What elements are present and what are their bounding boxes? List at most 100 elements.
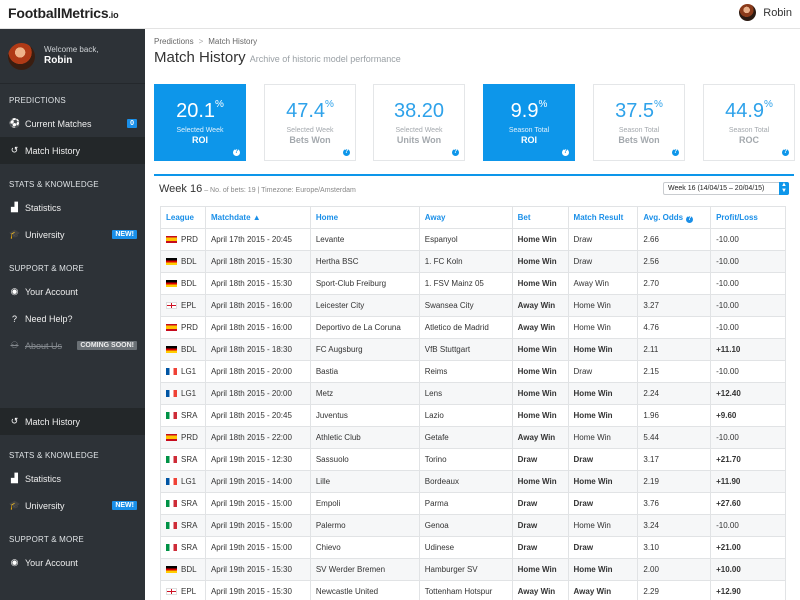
main-content: Predictions > Match History Match History A… — [145, 29, 800, 600]
sidebar-item-statistics[interactable]: ▟ Statistics — [0, 194, 145, 221]
cell-league: EPL — [160, 294, 206, 317]
brand-logo[interactable]: FootballMetrics.io — [8, 5, 119, 21]
stat-card: 20.1% Selected Week ROI? — [154, 84, 246, 161]
cell-odds: 3.27 — [637, 294, 712, 317]
sidebar-item-label: University — [25, 500, 65, 511]
cell-bet: Away Win — [511, 580, 569, 600]
stat-card: 37.5% Season Total Bets Won? — [593, 84, 685, 161]
cell-odds: 2.00 — [637, 558, 712, 581]
column-header[interactable]: Profit/Loss — [710, 206, 786, 229]
table-row[interactable]: LG1 April 18th 2015 - 20:00 Bastia Reims Hom… — [160, 360, 786, 383]
column-header[interactable]: Bet — [511, 206, 569, 229]
flag-it-icon — [166, 412, 177, 419]
help-icon[interactable]: ? — [452, 149, 459, 156]
cell-bet: Home Win — [511, 228, 569, 251]
flag-it-icon — [166, 456, 177, 463]
top-bar: FootballMetrics.io Robin — [0, 0, 800, 29]
cell-date: April 18th 2015 - 15:30 — [204, 272, 311, 295]
cell-pl: -10.00 — [710, 426, 786, 449]
cell-pl: +12.40 — [710, 382, 786, 405]
table-row[interactable]: LG1 April 18th 2015 - 20:00 Metz Lens Home W… — [160, 382, 786, 405]
table-row[interactable]: SRA April 18th 2015 - 20:45 Juventus Lazio H… — [160, 404, 786, 427]
help-icon[interactable]: ? — [672, 149, 679, 156]
table-row[interactable]: LG1 April 19th 2015 - 14:00 Lille Bordeaux H… — [160, 470, 786, 493]
cell-bet: Home Win — [511, 338, 569, 361]
sidebar-item-about-us: ⚇ About Us COMING SOON! — [0, 332, 145, 359]
table-row[interactable]: BDL April 19th 2015 - 15:30 SV Werder Brem… — [160, 558, 786, 581]
cell-date: April 18th 2015 - 20:00 — [204, 382, 311, 405]
cell-result: Draw — [567, 250, 639, 273]
sidebar-badge: COMING SOON! — [77, 341, 137, 350]
cell-home: Sport-Club Freiburg — [309, 272, 420, 295]
sidebar-item-your-account[interactable]: ◉ Your Account — [0, 278, 145, 305]
stat-value: 38.20 — [393, 100, 445, 122]
column-header[interactable]: League — [160, 206, 206, 229]
sidebar-item-current-matches[interactable]: ⚽ Current Matches 0 — [0, 110, 145, 137]
sidebar-item-university[interactable]: 🎓 University NEW! — [0, 492, 145, 519]
cell-bet: Home Win — [511, 272, 569, 295]
select-arrows-icon[interactable]: ▲ ▼ — [779, 182, 789, 195]
column-header[interactable]: Match Result — [567, 206, 639, 229]
table-row[interactable]: EPL April 18th 2015 - 16:00 Leicester City… — [160, 294, 786, 317]
help-icon[interactable]: ? — [782, 149, 789, 156]
table-row[interactable]: SRA April 19th 2015 - 15:00 Palermo Genoa Dr… — [160, 514, 786, 537]
cell-date: April 18th 2015 - 20:00 — [204, 360, 311, 383]
table-row[interactable]: PRD April 18th 2015 - 22:00 Athletic Club G… — [160, 426, 786, 449]
cell-league: SRA — [160, 514, 206, 537]
table-row[interactable]: BDL April 18th 2015 - 15:30 Sport-Club Fre… — [160, 272, 786, 295]
history-icon: ↺ — [10, 416, 19, 426]
sidebar-item-match-history[interactable]: ↺ Match History — [0, 408, 145, 435]
cell-pl: -10.00 — [710, 514, 786, 537]
column-header[interactable]: Away — [418, 206, 513, 229]
cell-bet: Home Win — [511, 382, 569, 405]
cell-odds: 1.96 — [637, 404, 712, 427]
cell-result: Draw — [567, 228, 639, 251]
cell-odds: 2.56 — [637, 250, 712, 273]
cell-bet: Draw — [511, 448, 569, 471]
cell-away: Lazio — [418, 404, 513, 427]
help-icon[interactable]: ? — [562, 149, 569, 156]
table-row[interactable]: SRA April 19th 2015 - 15:00 Chievo Udinese D… — [160, 536, 786, 559]
column-header[interactable]: Matchdate ▲ — [204, 206, 311, 229]
table-row[interactable]: BDL April 18th 2015 - 18:30 FC Augsburg VfB… — [160, 338, 786, 361]
stat-label: Season Total — [728, 127, 770, 134]
cell-odds: 3.10 — [637, 536, 712, 559]
chart-icon: ▟ — [11, 473, 18, 483]
column-header[interactable]: Home — [309, 206, 420, 229]
sidebar-item-university[interactable]: 🎓 University NEW! — [0, 221, 145, 248]
avatar[interactable] — [8, 42, 35, 70]
help-icon[interactable]: ? — [343, 149, 350, 156]
table-row[interactable]: EPL April 19th 2015 - 15:30 Newcastle Unit… — [160, 580, 786, 600]
table-row[interactable]: PRD April 18th 2015 - 16:00 Deportivo de L… — [160, 316, 786, 339]
cell-result: Home Win — [567, 316, 639, 339]
week-select[interactable]: Week 16 (14/04/15 – 20/04/15) ▲ ▼ — [663, 182, 789, 195]
sidebar-item-statistics[interactable]: ▟ Statistics — [0, 465, 145, 492]
help-icon[interactable]: ? — [233, 149, 240, 156]
user-menu[interactable]: Robin — [739, 4, 792, 21]
sidebar-item-your-account[interactable]: ◉ Your Account — [0, 549, 145, 576]
sidebar-section-heading: PREDICTIONS — [9, 96, 66, 105]
cell-away: Udinese — [418, 536, 513, 559]
cell-away: Atletico de Madrid — [418, 316, 513, 339]
table-row[interactable]: PRD April 17th 2015 - 20:45 Levante Espanyo… — [160, 228, 786, 251]
cell-bet: Home Win — [511, 470, 569, 493]
help-icon[interactable]: ? — [686, 215, 694, 223]
sidebar-item-need-help-[interactable]: ? Need Help? — [0, 305, 145, 332]
avatar[interactable] — [739, 4, 757, 21]
column-header[interactable]: Avg. Odds? — [637, 206, 712, 229]
welcome-name: Robin — [44, 54, 73, 66]
table-row[interactable]: SRA April 19th 2015 - 12:30 Sassuolo Torino… — [160, 448, 786, 471]
cell-home: Sassuolo — [309, 448, 420, 471]
stat-sublabel: ROC — [739, 135, 759, 145]
breadcrumb-item[interactable]: Predictions — [154, 37, 194, 46]
sidebar-badge: NEW! — [112, 230, 137, 239]
flag-fr-icon — [166, 368, 177, 375]
stat-value: 47.4% — [286, 99, 334, 122]
cell-bet: Draw — [511, 536, 569, 559]
table-row[interactable]: SRA April 19th 2015 - 15:00 Empoli Parma Dra… — [160, 492, 786, 515]
stat-value: 9.9% — [510, 99, 548, 122]
table-row[interactable]: BDL April 18th 2015 - 15:30 Hertha BSC 1. F… — [160, 250, 786, 273]
sidebar-item-match-history[interactable]: ↺ Match History — [0, 137, 145, 164]
cell-odds: 3.24 — [637, 514, 712, 537]
cell-home: FC Augsburg — [309, 338, 420, 361]
